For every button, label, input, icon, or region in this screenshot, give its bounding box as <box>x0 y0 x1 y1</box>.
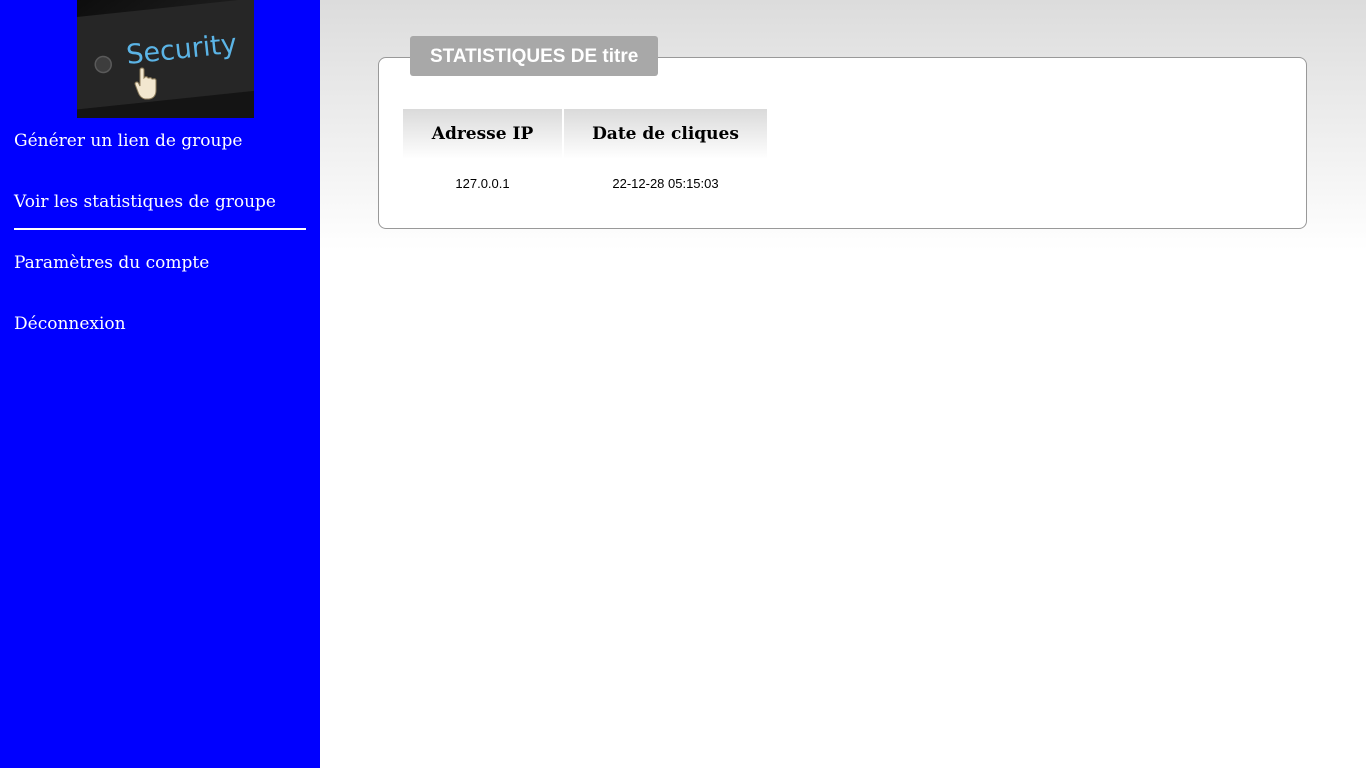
sidebar-item-generate-group-link[interactable]: Générer un lien de groupe <box>14 131 242 151</box>
sidebar: Security Générer un lien de groupe Voir … <box>0 0 320 768</box>
table-header-row: Adresse IP Date de cliques <box>403 109 767 159</box>
cell-ip-address: 127.0.0.1 <box>455 175 510 191</box>
panel-title: STATISTIQUES DE titre <box>410 36 659 76</box>
active-item-underline <box>14 228 306 230</box>
column-header-click-date: Date de cliques <box>564 109 767 159</box>
security-logo-image: Security <box>77 0 254 118</box>
sidebar-item-account-settings[interactable]: Paramètres du compte <box>14 253 209 273</box>
column-header-ip-address: Adresse IP <box>403 109 562 159</box>
statistics-table: Adresse IP Date de cliques 127.0.0.1 22-… <box>401 108 769 207</box>
table-row: 127.0.0.1 22-12-28 05:15:03 <box>403 160 767 206</box>
sidebar-item-group-statistics[interactable]: Voir les statistiques de groupe <box>14 192 276 212</box>
sidebar-item-logout[interactable]: Déconnexion <box>14 314 126 334</box>
cell-click-date: 22-12-28 05:15:03 <box>612 175 719 191</box>
